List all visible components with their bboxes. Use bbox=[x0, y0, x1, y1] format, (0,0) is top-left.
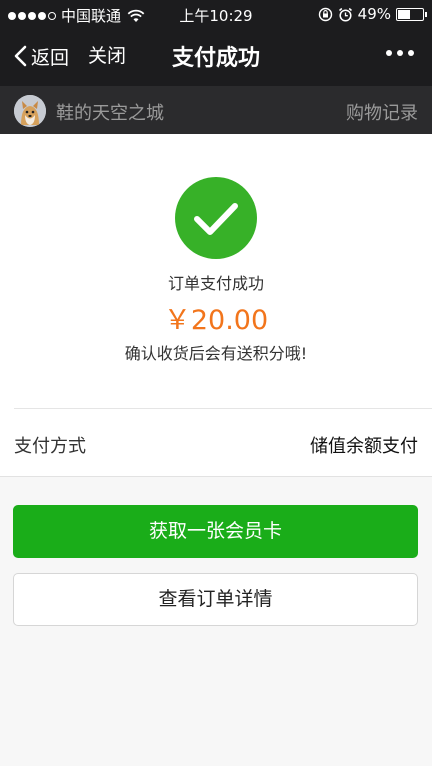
payment-amount: ￥20.00 bbox=[163, 305, 269, 336]
view-order-details-button[interactable]: 查看订单详情 bbox=[13, 573, 418, 626]
payment-method-label: 支付方式 bbox=[14, 436, 86, 457]
payment-success-text: 订单支付成功 bbox=[167, 274, 264, 293]
alarm-icon bbox=[338, 7, 352, 22]
get-membership-card-button[interactable]: 获取一张会员卡 bbox=[13, 505, 418, 558]
status-bar: 中国联通 上午10:29 49% bbox=[0, 0, 432, 28]
dog-avatar-icon bbox=[14, 95, 46, 127]
divider bbox=[14, 408, 432, 409]
battery-level-fill bbox=[398, 9, 410, 19]
navigation-bar: 返回 关闭 支付成功 bbox=[0, 28, 432, 86]
chevron-left-icon bbox=[14, 45, 27, 67]
more-dots-icon bbox=[386, 50, 392, 56]
battery-percent: 49% bbox=[357, 5, 391, 23]
status-right: 49% bbox=[318, 5, 427, 23]
back-label: 返回 bbox=[31, 46, 70, 69]
shop-avatar[interactable] bbox=[14, 95, 46, 127]
shopping-record-link[interactable]: 购物记录 bbox=[346, 99, 418, 125]
shop-name[interactable]: 鞋的天空之城 bbox=[56, 99, 164, 125]
success-check-icon bbox=[175, 177, 257, 259]
payment-method-value: 储值余额支付 bbox=[310, 436, 418, 457]
panel-bottom-border bbox=[0, 476, 432, 477]
more-menu-button[interactable] bbox=[386, 50, 414, 56]
back-button[interactable]: 返回 bbox=[14, 42, 69, 70]
points-note: 确认收货后会有送积分哦! bbox=[124, 344, 308, 363]
close-button[interactable]: 关闭 bbox=[88, 42, 126, 70]
shop-bar: 鞋的天空之城 购物记录 bbox=[0, 86, 432, 134]
payment-result-panel: 订单支付成功 ￥20.00 确认收货后会有送积分哦! 支付方式 储值余额支付 bbox=[0, 134, 432, 476]
rotation-lock-icon bbox=[318, 7, 332, 21]
battery-icon bbox=[396, 7, 427, 21]
